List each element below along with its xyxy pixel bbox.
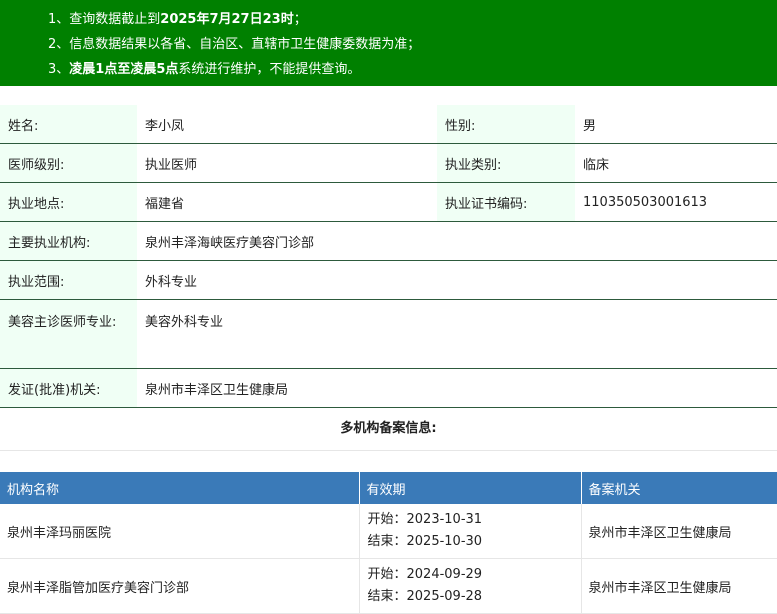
institution-header-row: 机构名称 有效期 备案机关 <box>0 472 777 504</box>
notice-line-1-prefix: 1、查询数据截止到 <box>48 12 161 27</box>
name-value: 李小凤 <box>137 105 437 144</box>
notice-line-1: 1、查询数据截止到2025年7月27日23时； <box>48 7 777 32</box>
gender-value: 男 <box>575 105 777 144</box>
notice-data-cutoff: 2025年7月27日23时 <box>160 12 294 27</box>
info-row: 姓名: 李小凤 性别: 男 <box>0 105 777 144</box>
row-authority: 泉州市丰泽区卫生健康局 <box>581 504 777 559</box>
header-institution-name: 机构名称 <box>0 472 360 504</box>
row-authority: 泉州市丰泽区卫生健康局 <box>581 558 777 614</box>
table-row: 泉州丰泽脂管加医疗美容门诊部 开始：2024-09-29 结束：2025-09-… <box>0 558 777 614</box>
info-row: 执业范围: 外科专业 <box>0 260 777 300</box>
info-row: 主要执业机构: 泉州丰泽海峡医疗美容门诊部 <box>0 221 777 261</box>
notice-line-3-prefix: 3、 <box>48 62 70 77</box>
notice-line-1-suffix: ； <box>293 12 307 27</box>
validity-start: 开始：2023-10-31 <box>367 512 483 527</box>
institution-table: 机构名称 有效期 备案机关 泉州丰泽玛丽医院 开始：2023-10-31 结束：… <box>0 472 777 614</box>
validity-end: 结束：2025-09-28 <box>367 589 483 604</box>
row-validity: 开始：2023-10-31 结束：2025-10-30 <box>359 504 582 559</box>
info-row: 执业地点: 福建省 执业证书编码: 110350503001613 <box>0 182 777 222</box>
authority-label: 发证(批准)机关: <box>0 368 137 408</box>
info-row: 美容主诊医师专业: 美容外科专业 <box>0 299 777 369</box>
cosmetic-label: 美容主诊医师专业: <box>0 299 137 369</box>
scope-label: 执业范围: <box>0 260 137 300</box>
notice-line-2: 2、信息数据结果以各省、自治区、直辖市卫生健康委数据为准； <box>48 32 777 57</box>
category-value: 临床 <box>575 143 777 183</box>
institution-value: 泉州丰泽海峡医疗美容门诊部 <box>137 221 777 261</box>
institution-label: 主要执业机构: <box>0 221 137 261</box>
info-row: 发证(批准)机关: 泉州市丰泽区卫生健康局 <box>0 368 777 408</box>
notice-maintenance-window: 凌晨1点至凌晨5点 <box>69 62 179 77</box>
level-label: 医师级别: <box>0 143 137 183</box>
row-institution-name: 泉州丰泽玛丽医院 <box>0 504 360 559</box>
notice-line-3: 3、凌晨1点至凌晨5点系统进行维护，不能提供查询。 <box>48 57 777 82</box>
row-validity: 开始：2024-09-29 结束：2025-09-28 <box>359 558 582 614</box>
header-validity: 有效期 <box>359 472 582 504</box>
table-row: 泉州丰泽玛丽医院 开始：2023-10-31 结束：2025-10-30 泉州市… <box>0 504 777 559</box>
notice-line-3-suffix: 系统进行维护，不能提供查询。 <box>178 62 361 77</box>
cert-value: 110350503001613 <box>575 182 777 222</box>
validity-end: 结束：2025-10-30 <box>367 534 483 549</box>
level-value: 执业医师 <box>137 143 437 183</box>
notice-banner: 1、查询数据截止到2025年7月27日23时； 2、信息数据结果以各省、自治区、… <box>0 0 777 86</box>
notice-line-2-text: 2、信息数据结果以各省、自治区、直辖市卫生健康委数据为准； <box>48 37 421 52</box>
doctor-info-table: 姓名: 李小凤 性别: 男 医师级别: 执业医师 执业类别: 临床 执业地点: … <box>0 105 777 408</box>
location-value: 福建省 <box>137 182 437 222</box>
cert-label: 执业证书编码: <box>437 182 575 222</box>
header-authority: 备案机关 <box>581 472 777 504</box>
scope-value: 外科专业 <box>137 260 777 300</box>
cosmetic-value: 美容外科专业 <box>137 299 777 369</box>
gender-label: 性别: <box>437 105 575 144</box>
category-label: 执业类别: <box>437 143 575 183</box>
multi-institution-title: 多机构备案信息: <box>0 408 777 451</box>
location-label: 执业地点: <box>0 182 137 222</box>
authority-value: 泉州市丰泽区卫生健康局 <box>137 368 777 408</box>
validity-start: 开始：2024-09-29 <box>367 567 483 582</box>
name-label: 姓名: <box>0 105 137 144</box>
info-row: 医师级别: 执业医师 执业类别: 临床 <box>0 143 777 183</box>
row-institution-name: 泉州丰泽脂管加医疗美容门诊部 <box>0 558 360 614</box>
